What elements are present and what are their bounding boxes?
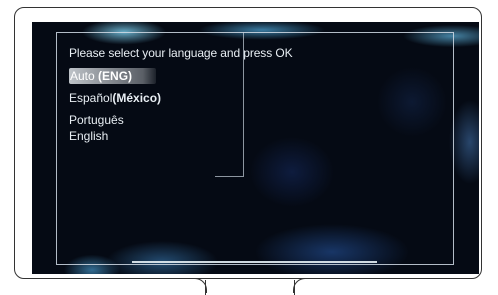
language-option-espanol[interactable]: Español(México) xyxy=(69,90,161,106)
language-option-english[interactable]: English xyxy=(69,128,161,144)
language-prompt: Please select your language and press OK xyxy=(69,46,293,60)
language-option-auto[interactable]: Auto (ENG) xyxy=(69,68,156,84)
tv-stand xyxy=(186,278,314,295)
language-name: Português xyxy=(69,113,124,127)
language-list: Auto (ENG) Español(México) Português Eng… xyxy=(69,68,161,144)
language-name: Español xyxy=(69,91,113,105)
bottom-glow xyxy=(132,261,377,263)
tv-screen: Please select your language and press OK… xyxy=(32,22,479,274)
menu-panel xyxy=(56,32,454,265)
language-option-portugues[interactable]: Português xyxy=(69,112,161,128)
language-code: (ENG) xyxy=(98,69,133,83)
language-name: English xyxy=(69,129,109,143)
focus-divider-horizontal xyxy=(215,176,244,177)
language-code: (México) xyxy=(112,91,162,105)
language-name: Auto xyxy=(70,69,99,83)
